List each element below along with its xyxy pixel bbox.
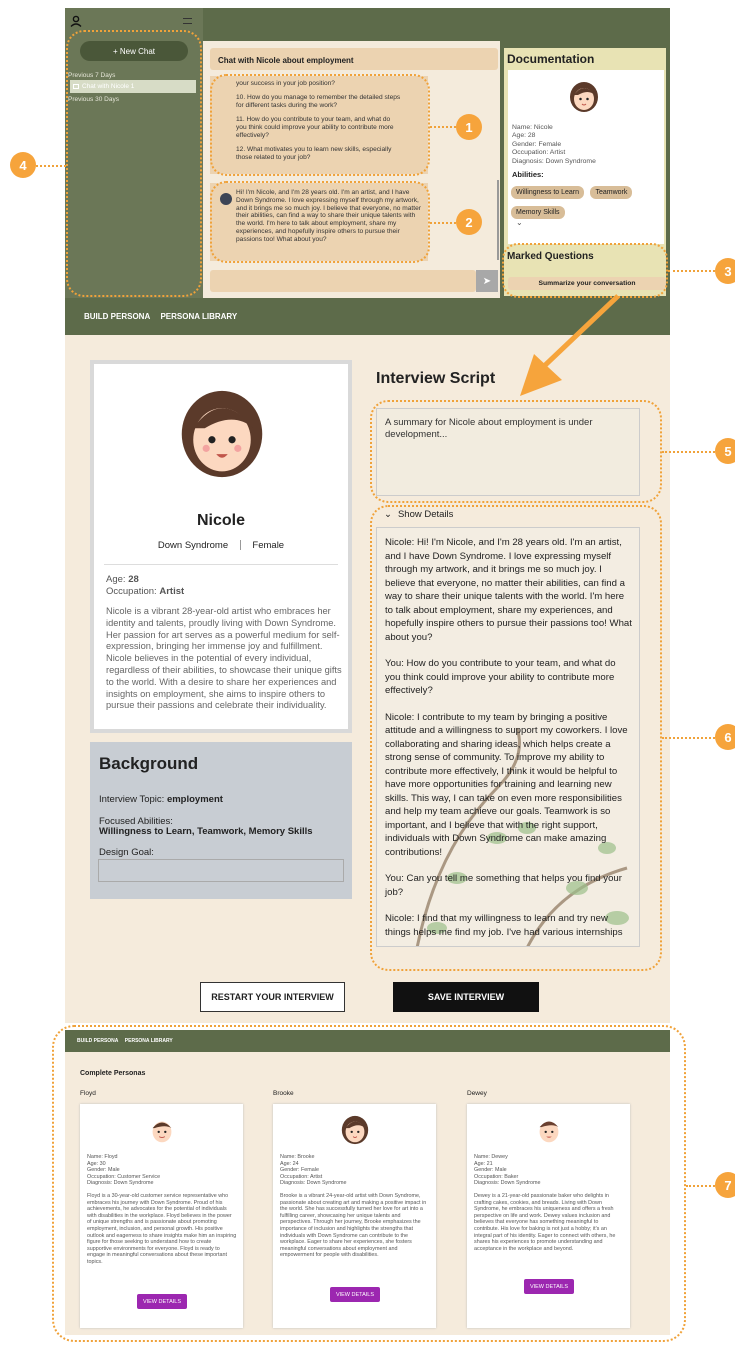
callout-badge-2: 2 [456,209,482,235]
callout-outline-3 [502,243,668,298]
doc-diagnosis: Diagnosis: Down Syndrome [512,157,596,165]
persona-bio: Nicole is a vibrant 28-year-old artist w… [106,606,342,711]
callout-badge-5: 5 [715,438,735,464]
persona-tags: Down Syndrome Female [94,540,348,551]
divider [239,540,241,551]
callout-badge-3: 3 [715,258,735,284]
persona-divider [104,564,338,565]
callout-leader [662,451,715,453]
callout-leader [668,270,715,272]
chat-scrollbar[interactable] [497,180,499,260]
callout-leader [36,165,66,167]
persona-age: Age: 28 [106,574,139,585]
callout-outline-6 [370,505,662,971]
callout-badge-7: 7 [715,1172,735,1198]
callout-badge-1: 1 [456,114,482,140]
doc-gender: Gender: Female [512,140,562,148]
interview-script-title: Interview Script [376,370,496,387]
background-title: Background [99,754,199,773]
abilities-tags: Willingness to Learn Teamwork Memory Ski… [510,181,660,221]
arrow-indicator [520,294,620,396]
focused-abilities: Willingness to Learn, Teamwork, Memory S… [99,826,313,837]
ability-tag: Teamwork [590,186,633,199]
doc-name: Name: Nicole [512,124,553,131]
callout-outline-5 [370,400,662,503]
doc-occupation: Occupation: Artist [512,149,566,157]
callout-leader [430,222,456,224]
abilities-label: Abilities: [512,170,544,179]
background-panel: Background Interview Topic: employment F… [90,742,352,899]
nicole-avatar-large [181,390,263,478]
chat-input[interactable] [210,270,476,292]
nicole-avatar-small [570,82,598,112]
callout-outline-7 [52,1025,686,1342]
callout-badge-4: 4 [10,152,36,178]
documentation-title: Documentation [507,52,595,66]
callout-badge-6: 6 [715,724,735,750]
restart-interview-button[interactable]: RESTART YOUR INTERVIEW [200,982,345,1012]
callout-leader [686,1185,715,1187]
persona-gender: Female [252,540,285,551]
save-interview-button[interactable]: SAVE INTERVIEW [393,982,539,1012]
design-goal-input[interactable] [98,859,344,882]
chevron-down-icon[interactable]: ⌄ [516,218,523,227]
menu-icon[interactable] [183,18,192,24]
send-button[interactable]: ➤ [476,270,498,292]
documentation-panel: Documentation Name: Nicole Age: 28 Gende… [504,48,666,246]
interview-topic: Interview Topic: employment [99,794,223,805]
persona-name: Nicole [196,512,245,529]
callout-outline-2 [210,181,430,263]
callout-leader [430,126,456,128]
doc-age: Age: 28 [512,132,536,140]
callout-outline-4 [66,30,202,297]
ability-tag: Willingness to Learn [511,186,585,199]
user-icon[interactable] [70,14,82,28]
callout-leader [662,737,715,739]
chat-title: Chat with Nicole about employment [210,48,498,70]
persona-card: Nicole Down Syndrome Female Age: 28 Occu… [90,360,352,733]
doc-info: Name: Nicole Age: 28 Gender: Female Occu… [512,124,596,166]
persona-diagnosis: Down Syndrome [157,540,229,551]
nav-persona-library[interactable]: PERSONA LIBRARY [160,312,237,321]
design-goal-label: Design Goal: [99,847,154,858]
nav-build-persona[interactable]: BUILD PERSONA [84,312,150,321]
callout-outline-1 [210,74,430,176]
persona-occupation: Occupation: Artist [106,586,185,597]
